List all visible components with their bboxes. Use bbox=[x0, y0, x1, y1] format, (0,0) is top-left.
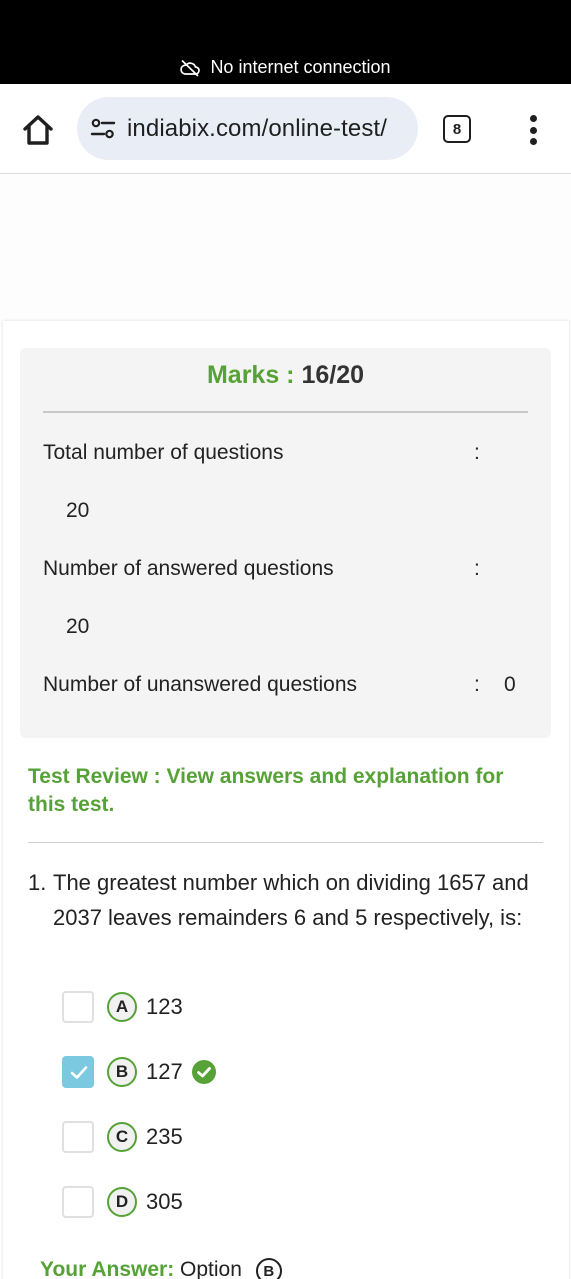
site-settings-icon[interactable] bbox=[90, 116, 116, 142]
marks-value: 16/20 bbox=[301, 361, 365, 389]
cloud-off-icon bbox=[180, 59, 201, 77]
status-bar: No internet connection bbox=[0, 0, 571, 84]
page-header-area bbox=[0, 175, 571, 325]
network-status: No internet connection bbox=[0, 57, 571, 78]
url-text[interactable]: indiabix.com/online-test/ bbox=[127, 115, 387, 143]
answered-questions-colon: : bbox=[474, 557, 480, 580]
your-answer-text: Option bbox=[180, 1258, 242, 1279]
option-text: 127 bbox=[146, 1059, 183, 1084]
tab-count: 8 bbox=[452, 120, 462, 138]
marks-heading: Marks : 16/20 bbox=[0, 361, 571, 390]
tab-switcher-button[interactable]: 8 bbox=[443, 115, 471, 143]
option-b[interactable]: B 127 bbox=[62, 1056, 362, 1090]
option-letter-badge: C bbox=[107, 1122, 137, 1152]
option-d[interactable]: D 305 bbox=[62, 1186, 362, 1220]
unanswered-questions-value: 0 bbox=[504, 673, 516, 696]
unanswered-questions-colon: : bbox=[474, 673, 480, 696]
option-letter-badge: D bbox=[107, 1187, 137, 1217]
option-checkbox[interactable] bbox=[62, 1186, 94, 1218]
option-text: 123 bbox=[146, 994, 183, 1019]
answered-questions-value: 20 bbox=[66, 615, 90, 638]
address-bar[interactable]: indiabix.com/online-test/ bbox=[77, 97, 418, 160]
test-review-link[interactable]: Test Review : View answers and explanati… bbox=[28, 763, 543, 819]
option-checkbox[interactable] bbox=[62, 991, 94, 1023]
option-a[interactable]: A 123 bbox=[62, 991, 362, 1025]
total-questions-value: 20 bbox=[66, 499, 90, 522]
divider bbox=[43, 411, 528, 413]
option-letter-badge: A bbox=[107, 992, 137, 1022]
marks-label: Marks : bbox=[206, 361, 295, 389]
option-checkbox[interactable] bbox=[62, 1121, 94, 1153]
your-answer: Your Answer: Option B bbox=[40, 1258, 282, 1279]
question-number: 1. bbox=[28, 870, 47, 895]
correct-check-icon bbox=[192, 1060, 216, 1084]
more-vert-icon[interactable] bbox=[521, 112, 545, 148]
unanswered-questions-label: Number of unanswered questions bbox=[43, 673, 358, 696]
your-answer-label: Your Answer: bbox=[40, 1258, 175, 1279]
option-letter-badge: B bbox=[107, 1057, 137, 1087]
option-text: 305 bbox=[146, 1189, 183, 1214]
network-status-text: No internet connection bbox=[210, 57, 391, 77]
total-questions-colon: : bbox=[474, 441, 480, 464]
option-c[interactable]: C 235 bbox=[62, 1121, 362, 1155]
option-checkbox-checked[interactable] bbox=[62, 1056, 94, 1088]
divider bbox=[28, 842, 543, 843]
question-text: The greatest number which on dividing 16… bbox=[53, 870, 529, 930]
answered-questions-label: Number of answered questions bbox=[43, 557, 334, 580]
home-icon[interactable] bbox=[20, 112, 56, 148]
option-text: 235 bbox=[146, 1124, 183, 1149]
total-questions-label: Total number of questions bbox=[43, 441, 284, 464]
your-answer-letter: B bbox=[255, 1258, 282, 1279]
browser-toolbar: indiabix.com/online-test/ 8 bbox=[0, 84, 571, 174]
